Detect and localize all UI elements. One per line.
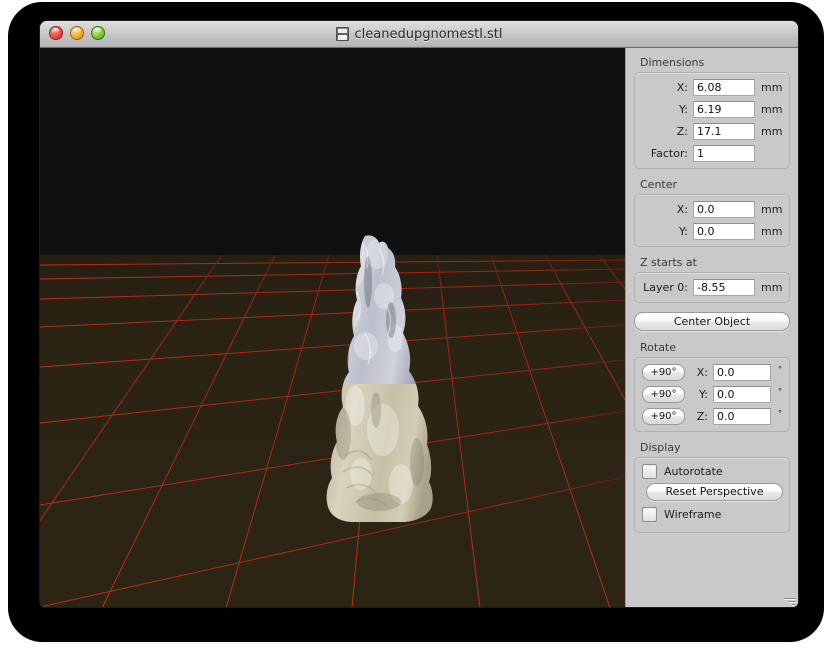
autorotate-row[interactable]: Autorotate [642,464,782,479]
rotate-x-input[interactable] [713,364,771,381]
rotate-x-unit: ° [778,365,782,374]
wireframe-label: Wireframe [664,508,722,521]
rotate-y-input[interactable] [713,386,771,403]
rotate-row-x: +90° X: ° [642,364,782,381]
rotate-group: +90° X: ° +90° Y: ° +90° Z: [634,357,790,432]
zoom-button[interactable] [91,26,105,40]
autorotate-label: Autorotate [664,465,723,478]
dimension-row-y: Y: mm [642,101,782,118]
dimension-row-z: Z: mm [642,123,782,140]
center-row-x: X: mm [642,201,782,218]
rotate-y-label: Y: [699,388,708,401]
center-x-input[interactable] [693,201,755,218]
autorotate-checkbox[interactable] [642,464,657,479]
rotate-z-plus90-button[interactable]: +90° [642,408,685,425]
resize-grip[interactable] [783,593,796,606]
center-row-y: Y: mm [642,223,782,240]
dimension-z-label: Z: [676,125,688,138]
center-y-input[interactable] [693,223,755,240]
z-starts-at-group: Layer 0: mm [634,272,790,303]
center-x-label: X: [676,203,688,216]
dimensions-section-title: Dimensions [640,56,705,69]
gnome-stl-model[interactable] [321,234,436,524]
dimension-row-factor: Factor: [642,145,782,162]
dimension-z-unit: mm [761,125,783,138]
dimension-factor-input[interactable] [693,145,755,162]
window-title-group: cleanedupgnomestl.stl [40,27,798,42]
rotate-z-label: Z: [696,410,708,423]
window-content: Dimensions X: mm Y: mm Z: [40,48,798,607]
close-button[interactable] [49,26,63,40]
wireframe-checkbox[interactable] [642,507,657,522]
dimension-x-input[interactable] [693,79,755,96]
viewport-sky [40,48,625,255]
window-controls [49,26,105,40]
dimension-y-input[interactable] [693,101,755,118]
rotate-x-plus90-button[interactable]: +90° [642,364,685,381]
display-section-title: Display [640,441,681,454]
3d-model-viewport[interactable] [40,48,625,607]
dimension-y-label: Y: [679,103,688,116]
center-object-button[interactable]: Center Object [634,312,790,331]
layer0-unit: mm [761,281,783,294]
application-window: cleanedupgnomestl.stl Dimensions X: 6.08… [40,21,798,607]
rotate-row-y: +90° Y: ° [642,386,782,403]
rotate-y-plus90-button[interactable]: +90° [642,386,685,403]
rotate-section-title: Rotate [640,341,677,354]
rotate-y-unit: ° [778,387,782,396]
stl-document-icon [335,27,349,41]
layer0-input[interactable] [693,279,755,296]
rotate-z-unit: ° [778,409,782,418]
window-title: cleanedupgnomestl.stl [354,26,503,42]
dimension-x-unit: mm [761,81,783,94]
display-group: Autorotate Reset Perspective Wireframe [634,457,790,533]
screenshot-stage: cleanedupgnomestl.stl Dimensions X: 6.08… [0,0,834,657]
center-y-label: Y: [679,225,688,238]
center-y-unit: mm [761,225,783,238]
dimension-y-unit: mm [761,103,783,116]
center-x-unit: mm [761,203,783,216]
center-group: X: mm Y: mm [634,194,790,247]
dimension-row-x: X: mm [642,79,782,96]
center-section-title: Center [640,178,678,191]
wireframe-row[interactable]: Wireframe [642,507,782,522]
rotate-row-z: +90° Z: ° [642,408,782,425]
settings-panel: Dimensions X: mm Y: mm Z: [625,48,798,607]
z-starts-at-section-title: Z starts at [640,256,697,269]
dimensions-group: X: mm Y: mm Z: mm Facto [634,72,790,169]
layer0-row: Layer 0: mm [642,279,782,296]
minimize-button[interactable] [70,26,84,40]
layer0-label: Layer 0: [643,281,688,294]
reset-perspective-button[interactable]: Reset Perspective [646,483,783,501]
rotate-x-label: X: [696,366,708,379]
dimension-x-label: X: [676,81,688,94]
dimension-z-input[interactable] [693,123,755,140]
rotate-z-input[interactable] [713,408,771,425]
window-titlebar[interactable]: cleanedupgnomestl.stl [40,21,798,48]
dimension-factor-label: Factor: [650,147,688,160]
